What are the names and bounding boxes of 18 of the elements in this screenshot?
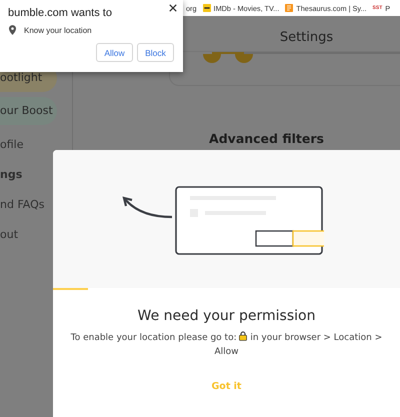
lock-icon [239,331,248,341]
progress-indicator [53,288,88,290]
popup-button[interactable]: Block [137,43,174,62]
thesaurus-favicon-icon [285,4,294,12]
close-icon[interactable] [169,4,177,12]
menu-pill[interactable]: our Boost [0,97,57,125]
location-pin-icon [9,25,16,35]
permission-text: Know your location [24,26,92,34]
imdb-favicon-icon [202,4,211,12]
slider-handle[interactable] [235,54,254,63]
modal-title: We need your permission [138,308,316,324]
popup-title: bumble.com wants to [8,7,112,19]
slider-handle[interactable] [203,54,221,63]
sidebar-item[interactable]: ofile [0,130,72,160]
modal-instructions: To enable your location please go to: in your browser > Location > Allow [70,331,384,359]
popup-button[interactable]: Allow [96,43,133,62]
settings-title: Settings [280,30,334,45]
section-title: Advanced filters [209,131,324,146]
